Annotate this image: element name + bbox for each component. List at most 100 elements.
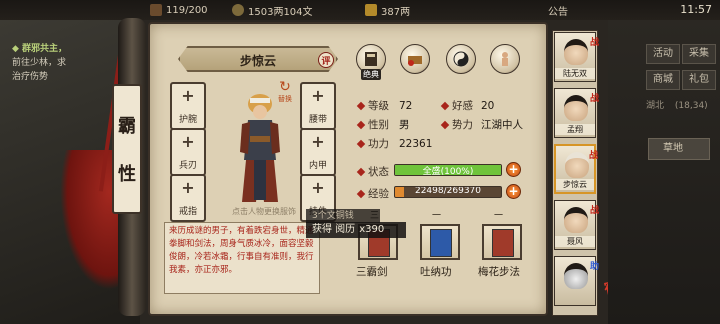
status-label: 状态 (368, 166, 389, 178)
right-menu (608, 20, 720, 324)
skill-slot-3[interactable] (482, 224, 522, 260)
book-badge: 绝典 (361, 69, 381, 80)
party-member-name: 聂风 (555, 236, 595, 247)
gender-value: 男 (399, 119, 410, 131)
portrait (564, 207, 588, 233)
book-icon[interactable]: 绝典 (356, 44, 386, 80)
skill-name-3: 梅花步法 (478, 266, 520, 278)
stat-faction: 势力 江湖中人 (440, 117, 523, 132)
equip-slot-huwan[interactable]: + 护腕 (170, 82, 206, 130)
collect-button[interactable]: 采集 (682, 44, 716, 64)
favor-value: 20 (481, 99, 495, 112)
diamond-icon (356, 101, 366, 110)
battle-tag: 战 (588, 151, 598, 161)
plus-icon: + (181, 132, 195, 151)
clock: 11:57 (680, 3, 712, 16)
skill-slot-2[interactable] (420, 224, 460, 260)
diamond-icon (356, 189, 366, 198)
party-member-name: 步惊云 (556, 179, 594, 190)
character-portrait[interactable] (228, 90, 292, 208)
assist-tag: 助 (589, 262, 599, 272)
character-description: 来历成谜的男子，有着跌宕身世，精通拳脚和剑法，周身气质冰冷，面容坚毅俊朗，冷若冰… (164, 222, 320, 294)
skill-dash: 一 (432, 211, 442, 221)
status-bar-text: 全盛(100%) (422, 167, 474, 176)
slot-label: 兵刃 (178, 161, 197, 171)
name-banner: 步惊云 (178, 46, 338, 72)
slot-label: 内甲 (308, 161, 327, 171)
faction-label: 势力 (452, 119, 473, 131)
toast-reward: 获得 阅历 x390 (306, 222, 406, 238)
battle-tag: 战 (589, 38, 599, 48)
power-value: 22361 (399, 137, 433, 150)
level-label: 等级 (368, 100, 389, 112)
gold-value: 387两 (381, 6, 411, 18)
party-member-1[interactable]: 战 陆无双 (554, 32, 599, 82)
party-member-3[interactable]: 战 步惊云 (554, 144, 598, 194)
portrait (565, 152, 589, 178)
energy-value: 119/200 (166, 4, 208, 16)
power-label: 功力 (368, 138, 389, 150)
character-name: 步惊云 (239, 54, 276, 68)
diamond-icon (356, 139, 366, 148)
shop-button[interactable]: 商城 (646, 70, 680, 90)
exp-bar-text: 22498/269370 (414, 186, 482, 196)
money-display: 1503两104文 (232, 3, 313, 18)
gold-display: 387两 (365, 3, 411, 18)
top-status-bar: 119/200 1503两104文 387两 公告 11:57 (0, 0, 720, 20)
equip-slot-bingren[interactable]: + 兵刃 (170, 128, 206, 176)
portrait (564, 263, 588, 289)
tab-char-1: 霸 (118, 116, 136, 137)
faction-value: 江湖中人 (481, 119, 523, 131)
exp-label: 经验 (368, 188, 389, 200)
party-member-5[interactable]: 助 (554, 256, 599, 306)
gift-button[interactable]: 礼包 (682, 70, 716, 90)
status-plus-button[interactable]: + (506, 162, 521, 177)
quest-line-2: 治疗伤势 (12, 72, 49, 82)
quest-title: ◆ 群邪共主， (12, 44, 68, 54)
equip-slot-jiezhi[interactable]: + 戒指 (170, 174, 206, 222)
energy-icon (150, 4, 162, 16)
exp-bar: 22498/269370 (394, 186, 502, 198)
rate-button[interactable]: 评 (318, 52, 334, 68)
swap-arrow-icon: ↻ (279, 79, 291, 95)
party-member-name: 孟翔 (555, 124, 595, 135)
favor-label: 好感 (452, 100, 473, 112)
diamond-icon (356, 167, 366, 176)
energy-display: 119/200 (150, 3, 208, 17)
book-icon (430, 229, 452, 257)
book-icon (492, 229, 514, 257)
equip-slot-yaodai[interactable]: + 腰带 (300, 82, 336, 130)
equip-slot-neijia[interactable]: + 内甲 (300, 128, 336, 176)
party-member-2[interactable]: 战 孟翔 (554, 88, 599, 138)
quest-tracker[interactable]: ◆ 群邪共主， 前往少林，求 治疗伤势 (12, 42, 98, 84)
stat-power: 功力 22361 (356, 136, 433, 151)
outfit-hint: 点击人物更换服饰 (232, 207, 296, 216)
notice-label: 公告 (548, 6, 568, 18)
plus-icon: + (181, 86, 195, 105)
region-tab[interactable]: 草地 (648, 138, 710, 160)
battle-tag: 战 (589, 94, 599, 104)
status-bar: 全盛(100%) (394, 164, 502, 176)
meridian-icon[interactable] (490, 44, 520, 74)
level-value: 72 (399, 99, 413, 112)
plus-icon: + (311, 132, 325, 151)
exp-plus-button[interactable]: + (506, 184, 521, 199)
toast-reward-qty: x390 (359, 224, 385, 235)
swap-label: 替换 (278, 95, 292, 103)
location-name: 湖北 (646, 101, 665, 111)
location-coords: (18,34) (674, 101, 708, 111)
activity-button[interactable]: 活动 (646, 44, 680, 64)
skill-dash: 一 (494, 211, 504, 221)
swap-outfit-button[interactable]: ↻ 替换 (274, 80, 296, 104)
taichi-icon[interactable] (446, 44, 476, 74)
notice-link[interactable]: 公告 (548, 3, 568, 18)
toast-reward-text: 获得 阅历 (312, 224, 356, 235)
stat-gender: 性别 男 (356, 117, 410, 132)
money-value: 1503两104文 (248, 6, 313, 18)
treasure-icon[interactable] (400, 44, 430, 74)
coin-icon (232, 4, 244, 16)
vertical-tab-trait[interactable]: 霸 性 (112, 84, 142, 214)
party-member-4[interactable]: 战 聂风 (554, 200, 599, 250)
tab-char-2: 性 (118, 164, 136, 185)
slot-label: 腰带 (308, 115, 327, 125)
